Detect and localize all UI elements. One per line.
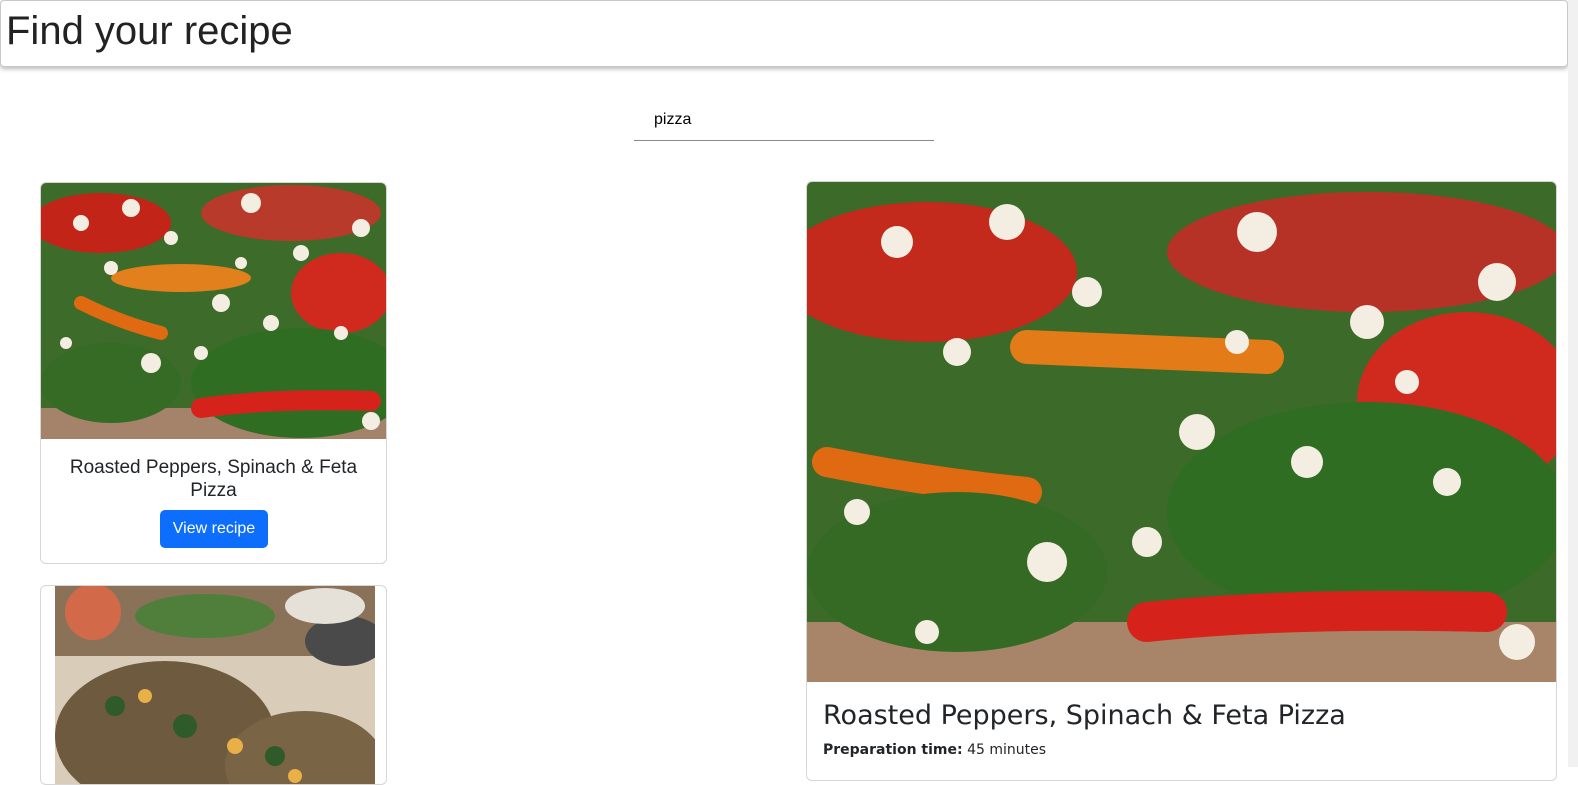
preparation-time-label: Preparation time: bbox=[823, 742, 963, 758]
recipe-card bbox=[40, 585, 387, 785]
page-title: Find your recipe bbox=[6, 9, 293, 53]
recipe-detail-panel: Roasted Peppers, Spinach & Feta Pizza Pr… bbox=[806, 181, 1557, 781]
recipe-thumbnail[interactable] bbox=[55, 586, 375, 784]
view-recipe-button[interactable]: View recipe bbox=[160, 510, 268, 548]
preparation-time: Preparation time: 45 minutes bbox=[823, 742, 1046, 758]
page-scrollbar[interactable] bbox=[1568, 0, 1578, 767]
recipe-card-title: Roasted Peppers, Spinach & Feta Pizza bbox=[69, 457, 358, 501]
recipe-detail-image bbox=[807, 182, 1556, 682]
app-header: Find your recipe bbox=[0, 0, 1568, 67]
search-input[interactable] bbox=[634, 100, 934, 141]
recipe-card: Roasted Peppers, Spinach & Feta Pizza Vi… bbox=[40, 182, 387, 564]
recipe-detail-title: Roasted Peppers, Spinach & Feta Pizza bbox=[823, 700, 1346, 731]
recipe-thumbnail[interactable] bbox=[41, 183, 386, 439]
preparation-time-value: 45 minutes bbox=[967, 742, 1046, 758]
